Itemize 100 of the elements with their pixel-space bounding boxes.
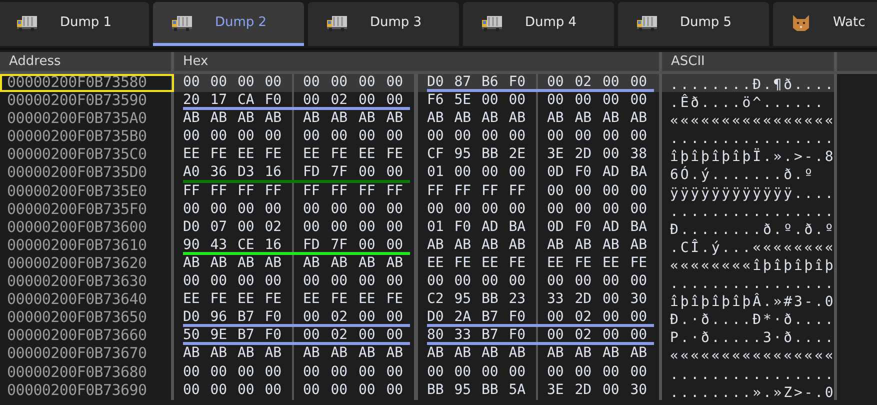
hex-byte: AB [386,345,404,364]
hex-byte: 7F [330,164,349,182]
hex-byte: EE [238,146,256,164]
ascii-text: .Êð....ö^...... [670,95,825,112]
hex-byte: 00 [330,218,349,237]
hex-byte: BA [508,218,527,237]
hex-byte: 00 [358,236,376,255]
hex-byte: 02 [574,309,593,328]
hex-byte: BA [630,164,648,182]
hex-byte: 90 [183,236,201,255]
hex-byte: AB [547,236,565,255]
hex-byte: 96 [210,309,228,328]
hex-byte: 00 [183,128,201,146]
hex-byte: 00 [210,200,228,219]
hex-byte: AB [303,110,321,128]
hex-byte: 2D [574,382,593,400]
hex-byte: EE [427,254,445,273]
hex-byte: 00 [602,327,620,346]
table-row[interactable]: 00000200F0B73690 00 00 00 00 00 00 00 00 BB 95 BB 5A 3E 2D 00 30 ........».»Z>-.0 [0,382,877,400]
ascii-text: Ð.·ð....Ð*·ð.... [670,312,836,328]
truck-icon [171,14,193,30]
hex-byte: 00 [602,74,620,92]
hex-byte: 0D [547,218,565,237]
ascii-text: ««««««««îþîþîþîþ [670,258,836,274]
hex-byte: CF [427,146,445,164]
hex-byte: 00 [358,327,376,346]
hex-byte: 5A [508,382,527,400]
hex-byte: BB [482,291,500,310]
hex-byte: 00 [303,128,321,146]
hex-byte: 00 [330,382,349,400]
hex-byte: F0 [574,218,593,237]
hex-byte: FF [238,182,256,201]
hex-byte: 17 [210,92,228,110]
tab[interactable]: Dump 1 [0,2,149,46]
tab[interactable]: Dump 3 [308,2,459,46]
hex-byte: FE [630,254,648,273]
hex-byte: 00 [454,364,472,382]
column-header: Hex [174,52,662,71]
ascii-text: ................ [670,276,836,292]
hex-byte: 00 [547,327,565,346]
hex-byte: 95 [454,382,472,400]
hex-byte: 33 [547,291,565,310]
hex-byte: 00 [210,273,228,292]
hex-byte: 00 [602,382,620,400]
hex-byte: BB [427,382,445,400]
hex-byte: 00 [303,327,321,346]
hex-byte: 50 [183,327,201,346]
hex-byte: 00 [547,364,565,382]
hex-byte: 9E [210,327,228,346]
hex-byte: B7 [238,327,256,346]
tab[interactable]: Dump 5 [618,2,769,46]
hex-byte: 2D [574,291,593,310]
hex-byte: 00 [547,309,565,328]
hex-byte: AB [454,345,472,364]
hex-byte: B6 [482,74,500,92]
hex-byte: 00 [508,128,527,146]
hex-byte: AB [482,236,500,255]
hex-byte: 00 [602,309,620,328]
hex-byte: FF [330,182,349,201]
hex-byte: 00 [358,273,376,292]
hex-byte: 33 [454,327,472,346]
hex-byte: AB [210,110,228,128]
hex-byte: 00 [574,200,593,219]
hex-byte: FD [303,164,321,182]
hex-byte: AB [303,254,321,273]
hex-byte: 00 [508,92,527,110]
hex-byte: 00 [508,364,527,382]
hex-byte: AB [482,110,500,128]
hex-byte: AB [303,345,321,364]
truck-icon [16,14,38,30]
hex-byte: 00 [303,273,321,292]
hex-byte: 00 [482,273,500,292]
hex-byte: 00 [482,92,500,110]
hex-byte: BB [482,146,500,164]
tab[interactable]: Dump 4 [463,2,614,46]
hex-byte: EE [482,254,500,273]
hex-byte: 02 [330,309,349,328]
hex-byte: F0 [264,309,283,328]
hex-byte: B7 [482,309,500,328]
hex-byte: AB [427,110,445,128]
ascii-text: .CÎ.ý...«««««««« [670,240,836,256]
hex-byte: 00 [630,364,648,382]
hex-byte: FF [264,182,283,201]
tab[interactable]: Watc [773,2,877,46]
hex-byte: 02 [264,218,283,237]
hex-byte: FF [454,182,472,201]
hex-byte: AB [508,345,527,364]
hex-byte: 00 [630,182,648,201]
hex-byte: EE [358,146,376,164]
hex-byte: 00 [386,364,404,382]
hex-byte: AB [630,236,648,255]
hex-byte: AB [427,236,445,255]
hex-byte: EE [303,146,321,164]
hex-byte: 00 [386,327,404,346]
hex-byte: AB [454,110,472,128]
hex-byte: AB [210,254,228,273]
tab[interactable]: Dump 2 [153,2,304,46]
hex-byte: 00 [630,309,648,328]
ascii-text: ........».»Z>-.0 [670,384,836,401]
hex-byte: 20 [183,92,201,110]
